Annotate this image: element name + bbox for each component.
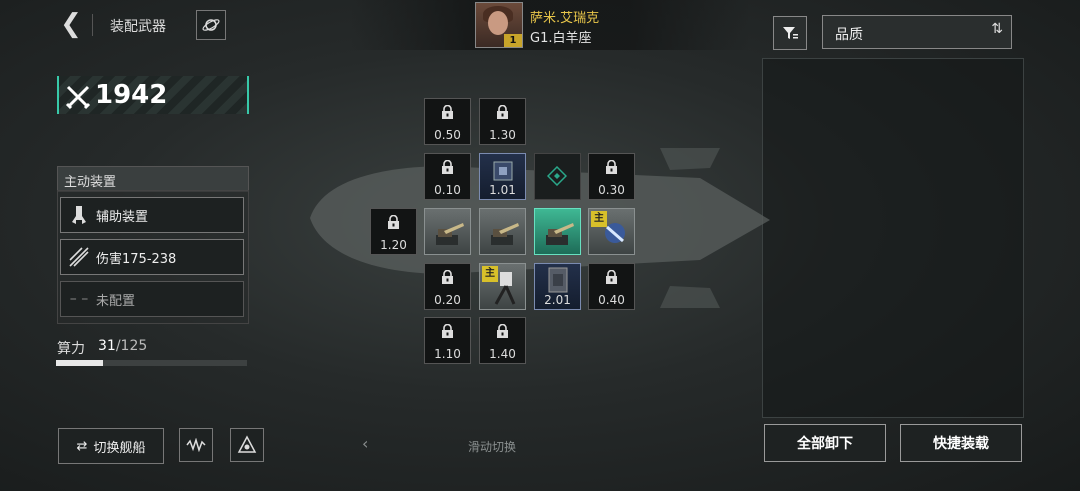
pilot-name: 萨米.艾瑞克 — [530, 11, 600, 26]
device-label: 未配置 — [96, 293, 136, 309]
switch-icon: ⇄ — [76, 438, 88, 454]
active-devices-header: 主动装置 — [57, 166, 249, 192]
pilot-level-badge: 1 — [504, 34, 522, 47]
main-weapon-tag: 主 — [591, 211, 607, 227]
header-divider — [92, 14, 93, 36]
combat-power-value: 1942 — [95, 80, 168, 110]
slot-value: 1.01 — [489, 183, 516, 197]
slot-locked[interactable]: 1.10 — [424, 317, 471, 364]
slot-locked[interactable]: 0.10 — [424, 153, 471, 200]
lock-icon — [606, 270, 617, 284]
slot-value: 2.01 — [544, 293, 571, 307]
compute-value: 31/125 — [98, 338, 147, 354]
slot-value: 0.30 — [598, 183, 625, 197]
slot-special[interactable] — [534, 153, 581, 200]
module-chip-icon — [493, 161, 513, 181]
lock-icon — [497, 105, 508, 119]
turret-icon — [436, 223, 464, 245]
sort-toggle-icon: ⇅ — [991, 21, 1003, 37]
slot-value: 0.40 — [598, 293, 625, 307]
turret-icon — [546, 223, 574, 245]
unequip-all-button[interactable]: 全部卸下 — [764, 424, 886, 462]
lock-icon — [497, 324, 508, 338]
back-button[interactable]: ❮ — [58, 9, 84, 39]
slot-locked[interactable]: 1.40 — [479, 317, 526, 364]
slot-value: 0.10 — [434, 183, 461, 197]
damage-icon — [66, 244, 92, 270]
device-slot-support[interactable]: 辅助装置 — [60, 197, 244, 233]
slot-value: 1.40 — [489, 347, 516, 361]
planet-icon — [202, 19, 220, 31]
planet-button[interactable] — [196, 10, 226, 40]
slot-equipped-module[interactable]: 1.01 — [479, 153, 526, 200]
slot-value: 1.20 — [380, 238, 407, 252]
lock-icon — [442, 324, 453, 338]
avatar-face — [488, 11, 508, 35]
slot-main-weapon[interactable]: 主 — [588, 208, 635, 255]
filter-icon — [783, 27, 798, 39]
pilot-subtitle: G1.白羊座 — [530, 31, 592, 46]
slot-main-weapon[interactable]: 主 — [479, 263, 526, 310]
compute-bar — [56, 360, 247, 366]
lock-icon — [442, 105, 453, 119]
quick-equip-button[interactable]: 快捷装载 — [900, 424, 1022, 462]
item-list-panel[interactable] — [762, 58, 1024, 418]
slot-locked[interactable]: 0.50 — [424, 98, 471, 145]
device-label: 伤害175-238 — [96, 251, 177, 267]
slot-locked[interactable]: 0.30 — [588, 153, 635, 200]
device-slot-damage[interactable]: 伤害175-238 — [60, 239, 244, 275]
compute-used: 31 — [98, 338, 116, 354]
slot-value: 1.10 — [434, 347, 461, 361]
page-title: 装配武器 — [110, 19, 166, 35]
switch-ship-label: 切换舰船 — [93, 440, 146, 456]
swipe-hint: 滑动切换 — [468, 440, 517, 454]
slot-locked[interactable]: 0.20 — [424, 263, 471, 310]
slot-locked[interactable]: 1.30 — [479, 98, 526, 145]
fleet-button[interactable] — [230, 428, 264, 462]
empty-dash-icon: – – — [69, 291, 89, 307]
pilot-avatar[interactable]: 1 — [475, 2, 523, 48]
crossed-swords-icon — [65, 85, 91, 110]
compute-bar-fill — [56, 360, 104, 366]
slot-locked[interactable]: 0.40 — [588, 263, 635, 310]
compute-total: /125 — [115, 338, 148, 354]
slot-value: 0.20 — [434, 293, 461, 307]
triangle-emblem-icon — [237, 435, 257, 453]
main-weapon-tag: 主 — [482, 266, 498, 282]
wave-button[interactable] — [179, 428, 213, 462]
slot-locked[interactable]: 1.20 — [370, 208, 417, 255]
filter-button[interactable] — [773, 16, 807, 50]
compute-label: 算力 — [57, 341, 85, 357]
slot-equipped-armor[interactable]: 2.01 — [534, 263, 581, 310]
active-devices-title: 主动装置 — [64, 175, 117, 190]
lock-icon — [442, 270, 453, 284]
sort-select[interactable]: 品质 ⇅ — [822, 15, 1012, 49]
sort-select-label: 品质 — [835, 27, 863, 43]
diamond-icon — [547, 166, 567, 186]
lock-icon — [388, 215, 399, 229]
slot-weapon-turret[interactable] — [479, 208, 526, 255]
slot-value: 0.50 — [434, 128, 461, 142]
swipe-left-icon[interactable]: ‹ — [362, 434, 368, 453]
switch-ship-button[interactable]: ⇄ 切换舰船 — [58, 428, 164, 464]
device-label: 辅助装置 — [96, 209, 149, 225]
slot-value: 1.30 — [489, 128, 516, 142]
lock-icon — [442, 160, 453, 174]
armor-plate-icon — [548, 267, 568, 293]
turret-icon — [491, 223, 519, 245]
device-slot-empty[interactable]: – – 未配置 — [60, 281, 244, 317]
waveform-icon — [186, 438, 206, 452]
slot-weapon-turret[interactable] — [424, 208, 471, 255]
slot-weapon-turret-selected[interactable] — [534, 208, 581, 255]
lock-icon — [606, 160, 617, 174]
support-device-icon — [66, 202, 92, 228]
